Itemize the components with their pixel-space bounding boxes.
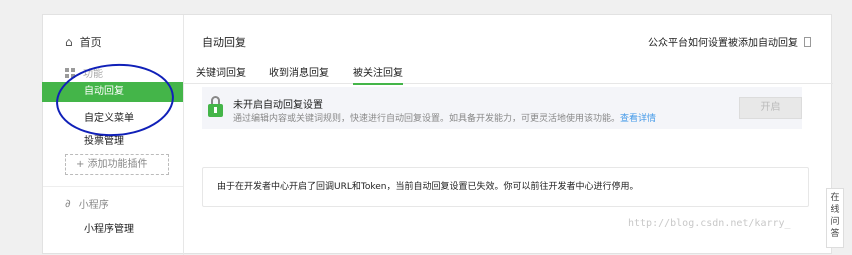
tab-follow-reply[interactable]: 被关注回复 [353,64,403,85]
sidebar-item-mini-manage[interactable]: 小程序管理 [84,220,134,235]
page-title: 自动回复 [202,36,246,49]
notice-title: 未开启自动回复设置 [233,100,323,111]
sidebar-divider [43,186,183,187]
tab-bar: 关键词回复 收到消息回复 被关注回复 [184,59,833,85]
notice-description: 通过编辑内容或关键词规则，快速进行自动回复设置。如具备开发能力，可更灵活地使用该… [233,111,656,124]
lock-icon [208,96,224,118]
notice-description-text: 通过编辑内容或关键词规则，快速进行自动回复设置。如具备开发能力，可更灵活地使用该… [233,114,621,124]
home-icon: ⌂ [65,35,73,49]
link-icon: ∂ [65,197,71,210]
help-link[interactable]: 公众平台如何设置被添加自动回复 [648,34,811,49]
enable-button[interactable]: 开启 [739,97,802,119]
sidebar-home-label: 首页 [79,36,102,49]
add-plugin-button[interactable]: + 添加功能插件 [65,154,169,175]
tab-message-reply[interactable]: 收到消息回复 [269,64,329,79]
sidebar-group-mini-program[interactable]: ∂ 小程序 [65,196,109,211]
help-link-label: 公众平台如何设置被添加自动回复 [648,38,798,49]
online-help-button[interactable]: 在线问答 [826,188,844,248]
tab-keyword-reply[interactable]: 关键词回复 [196,64,246,79]
status-message: 由于在开发者中心开启了回调URL和Token，当前自动回复设置已失效。你可以前往… [202,167,809,207]
sidebar-item-home[interactable]: ⌂ 首页 [65,34,102,50]
document-icon [804,36,811,47]
sidebar-mini-label: 小程序 [78,200,109,211]
view-details-link[interactable]: 查看详情 [620,114,656,124]
watermark: http://blog.csdn.net/karry_ [628,218,791,229]
notice-box: 未开启自动回复设置 通过编辑内容或关键词规则，快速进行自动回复设置。如具备开发能… [202,87,802,129]
